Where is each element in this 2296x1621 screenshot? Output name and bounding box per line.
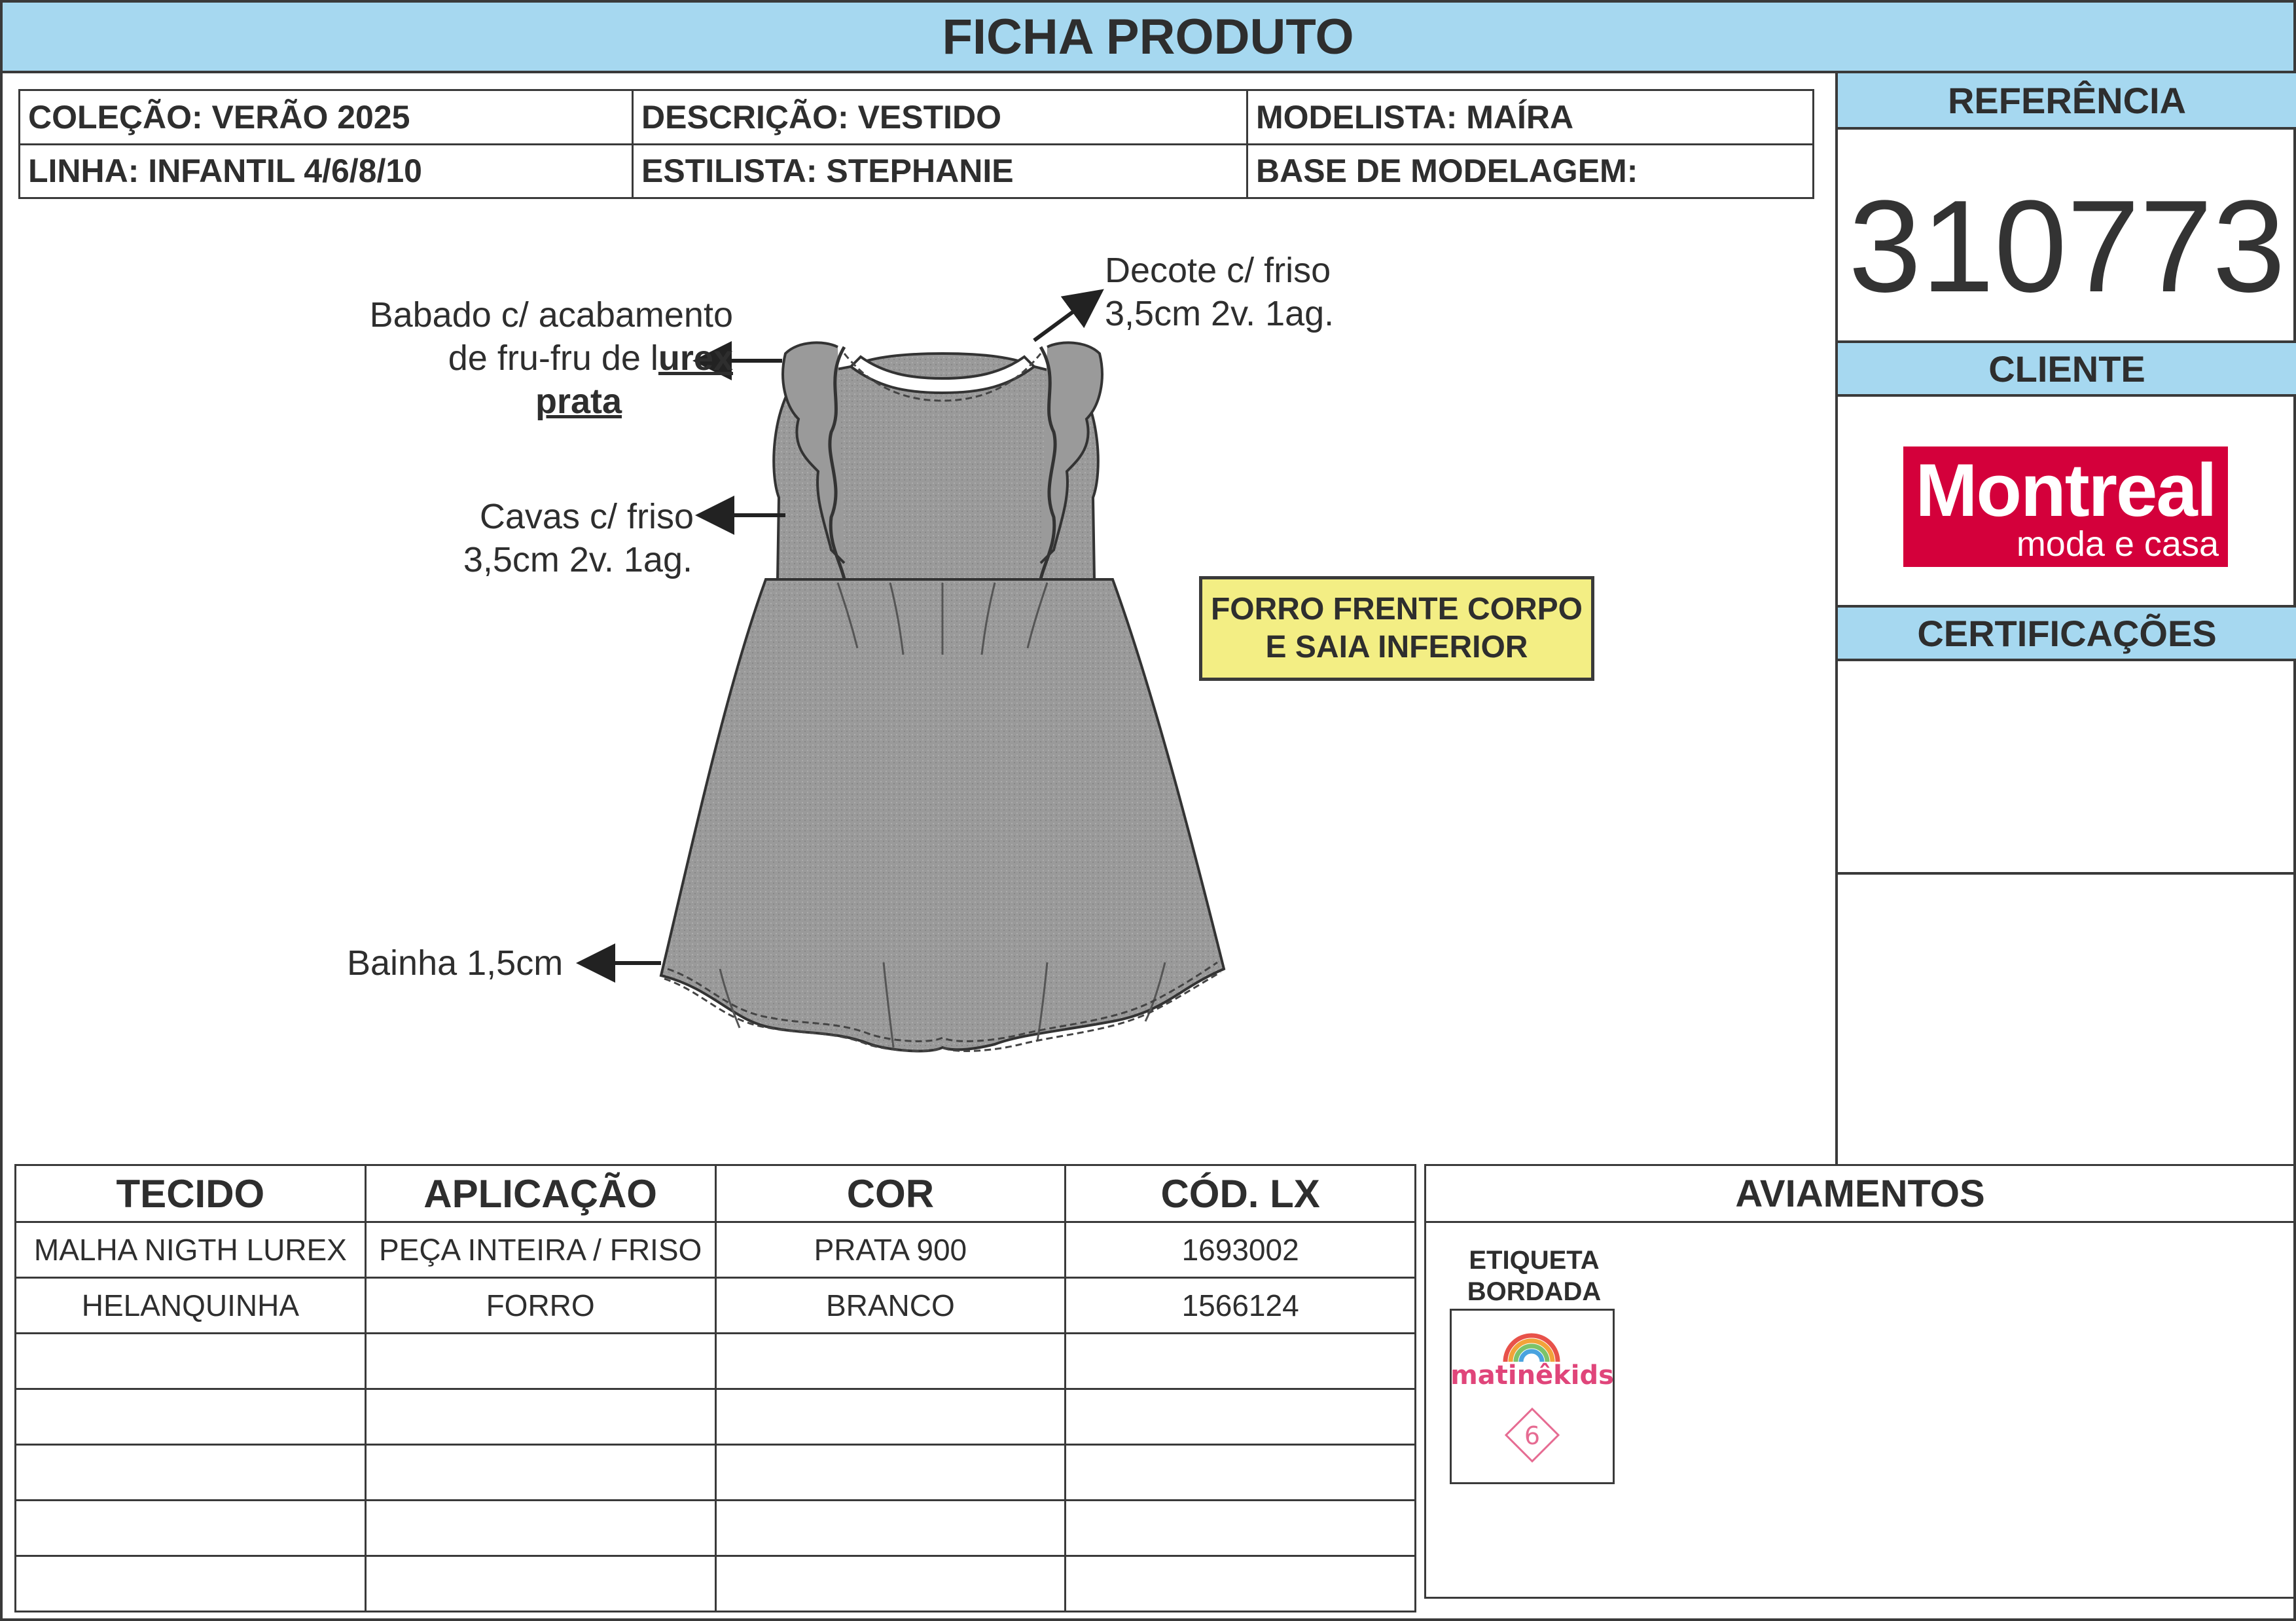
decote-arrow xyxy=(1033,289,1104,342)
decote-note-line2: 3,5cm 2v. 1ag. xyxy=(1105,294,1335,333)
rainbow-icon xyxy=(1503,1333,1560,1362)
cell-cod-lx xyxy=(1064,1388,1416,1446)
header-aplicacao: APLICAÇÃO xyxy=(364,1164,717,1223)
cell-cor xyxy=(714,1555,1067,1612)
cell-cod-lx xyxy=(1064,1555,1416,1612)
bainha-note: Bainha 1,5cm xyxy=(347,943,564,983)
cell-tecido xyxy=(14,1332,367,1390)
header-cor: COR xyxy=(714,1164,1067,1223)
table-row xyxy=(14,1388,1416,1446)
embroidered-label-image: matinêkids 6 xyxy=(1450,1309,1615,1484)
cavas-note-line2: 3,5cm 2v. 1ag. xyxy=(463,540,692,579)
babado-note-line3-wrap: prata xyxy=(262,380,733,423)
table-row xyxy=(14,1444,1416,1501)
cell-aplicacao xyxy=(364,1332,717,1390)
cell-cor: BRANCO xyxy=(714,1277,1067,1334)
cell-cod-lx xyxy=(1064,1499,1416,1557)
babado-note-line2a: de fru-fru de l xyxy=(448,338,658,378)
label-artwork: matinêkids 6 xyxy=(1450,1333,1614,1463)
cell-cor: PRATA 900 xyxy=(714,1221,1067,1279)
aviamentos-header: AVIAMENTOS xyxy=(1426,1166,2294,1223)
table-row: HELANQUINHA FORRO BRANCO 1566124 xyxy=(14,1277,1416,1334)
cell-tecido: MALHA NIGTH LUREX xyxy=(14,1221,367,1279)
aviamento-item-label-line1: ETIQUETA xyxy=(1469,1246,1600,1275)
cell-aplicacao xyxy=(364,1499,717,1557)
aviamento-item-label-line2: BORDADA xyxy=(1467,1277,1602,1306)
forro-note-box: FORRO FRENTE CORPO E SAIA INFERIOR xyxy=(1199,576,1594,681)
forro-note-line2: E SAIA INFERIOR xyxy=(1265,630,1528,665)
cell-aplicacao: FORRO xyxy=(364,1277,717,1334)
babado-note-line1: Babado c/ acabamento xyxy=(369,295,733,335)
babado-note-line2b: urex xyxy=(658,338,733,378)
fabric-table-header-row: TECIDO APLICAÇÃO COR CÓD. LX xyxy=(14,1164,1416,1223)
header-tecido: TECIDO xyxy=(14,1164,367,1223)
cell-cor xyxy=(714,1444,1067,1501)
cell-tecido: HELANQUINHA xyxy=(14,1277,367,1334)
cavas-note: Cavas c/ friso 3,5cm 2v. 1ag. xyxy=(367,495,694,581)
cell-tecido xyxy=(14,1444,367,1501)
table-row xyxy=(14,1555,1416,1612)
decote-note-line1: Decote c/ friso xyxy=(1105,251,1331,290)
cell-tecido xyxy=(14,1499,367,1557)
cell-cod-lx: 1566124 xyxy=(1064,1277,1416,1334)
cell-cod-lx: 1693002 xyxy=(1064,1221,1416,1279)
label-size-text: 6 xyxy=(1524,1421,1540,1450)
cavas-note-line1: Cavas c/ friso xyxy=(479,497,694,536)
aviamentos-panel: AVIAMENTOS ETIQUETA BORDADA matinêkids 6 xyxy=(1424,1164,2296,1599)
cell-cor xyxy=(714,1388,1067,1446)
cell-cor xyxy=(714,1332,1067,1390)
table-row xyxy=(14,1499,1416,1557)
table-row: MALHA NIGTH LUREX PEÇA INTEIRA / FRISO P… xyxy=(14,1221,1416,1279)
forro-note-line1: FORRO FRENTE CORPO xyxy=(1210,592,1583,627)
decote-note: Decote c/ friso 3,5cm 2v. 1ag. xyxy=(1105,249,1334,335)
cell-cod-lx xyxy=(1064,1332,1416,1390)
header-cod-lx: CÓD. LX xyxy=(1064,1164,1416,1223)
cell-aplicacao xyxy=(364,1555,717,1612)
babado-note-line2: de fru-fru de lurex xyxy=(262,337,733,380)
cell-aplicacao xyxy=(364,1388,717,1446)
cell-cod-lx xyxy=(1064,1444,1416,1501)
babado-note-line3: prata xyxy=(535,382,622,421)
cell-tecido xyxy=(14,1555,367,1612)
cell-cor xyxy=(714,1499,1067,1557)
table-row xyxy=(14,1332,1416,1390)
label-brand-text: matinêkids xyxy=(1452,1360,1613,1391)
aviamento-item-label: ETIQUETA BORDADA xyxy=(1426,1245,1642,1307)
fabric-table: TECIDO APLICAÇÃO COR CÓD. LX MALHA NIGTH… xyxy=(14,1164,1416,1612)
cell-tecido xyxy=(14,1388,367,1446)
babado-note: Babado c/ acabamento de fru-fru de lurex… xyxy=(262,293,733,423)
cell-aplicacao: PEÇA INTEIRA / FRISO xyxy=(364,1221,717,1279)
cell-aplicacao xyxy=(364,1444,717,1501)
dress-drawing xyxy=(659,341,1226,1053)
